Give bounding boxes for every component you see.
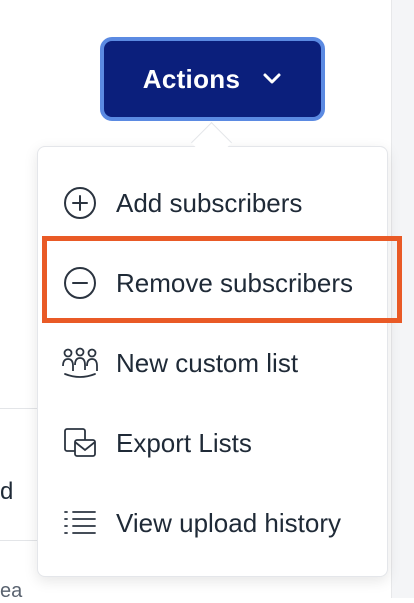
background-divider [0, 408, 40, 409]
menu-item-add-subscribers[interactable]: Add subscribers [38, 173, 387, 233]
menu-item-new-custom-list[interactable]: New custom list [38, 333, 387, 393]
plus-circle-icon [60, 183, 100, 223]
actions-dropdown-menu: Add subscribers Remove subscribers New c… [37, 146, 388, 577]
background-text-fragment: ea [0, 580, 23, 602]
menu-item-label: Add subscribers [116, 187, 303, 218]
menu-item-view-upload-history[interactable]: View upload history [38, 493, 387, 553]
menu-item-remove-subscribers[interactable]: Remove subscribers [38, 253, 387, 313]
menu-item-export-lists[interactable]: Export Lists [38, 413, 387, 473]
right-scroll-strip [391, 0, 414, 598]
background-divider [0, 540, 40, 541]
menu-item-label: Export Lists [116, 427, 252, 458]
actions-button-label: Actions [142, 63, 241, 94]
menu-item-label: Remove subscribers [116, 267, 353, 298]
minus-circle-icon [60, 263, 100, 303]
chevron-down-icon [262, 72, 282, 86]
background-text-fragment: d [0, 478, 14, 505]
actions-button[interactable]: Actions [100, 37, 325, 121]
export-icon [60, 423, 100, 463]
menu-item-label: New custom list [116, 347, 299, 378]
people-group-icon [60, 343, 100, 383]
list-icon [60, 503, 100, 543]
menu-item-label: View upload history [116, 507, 341, 538]
